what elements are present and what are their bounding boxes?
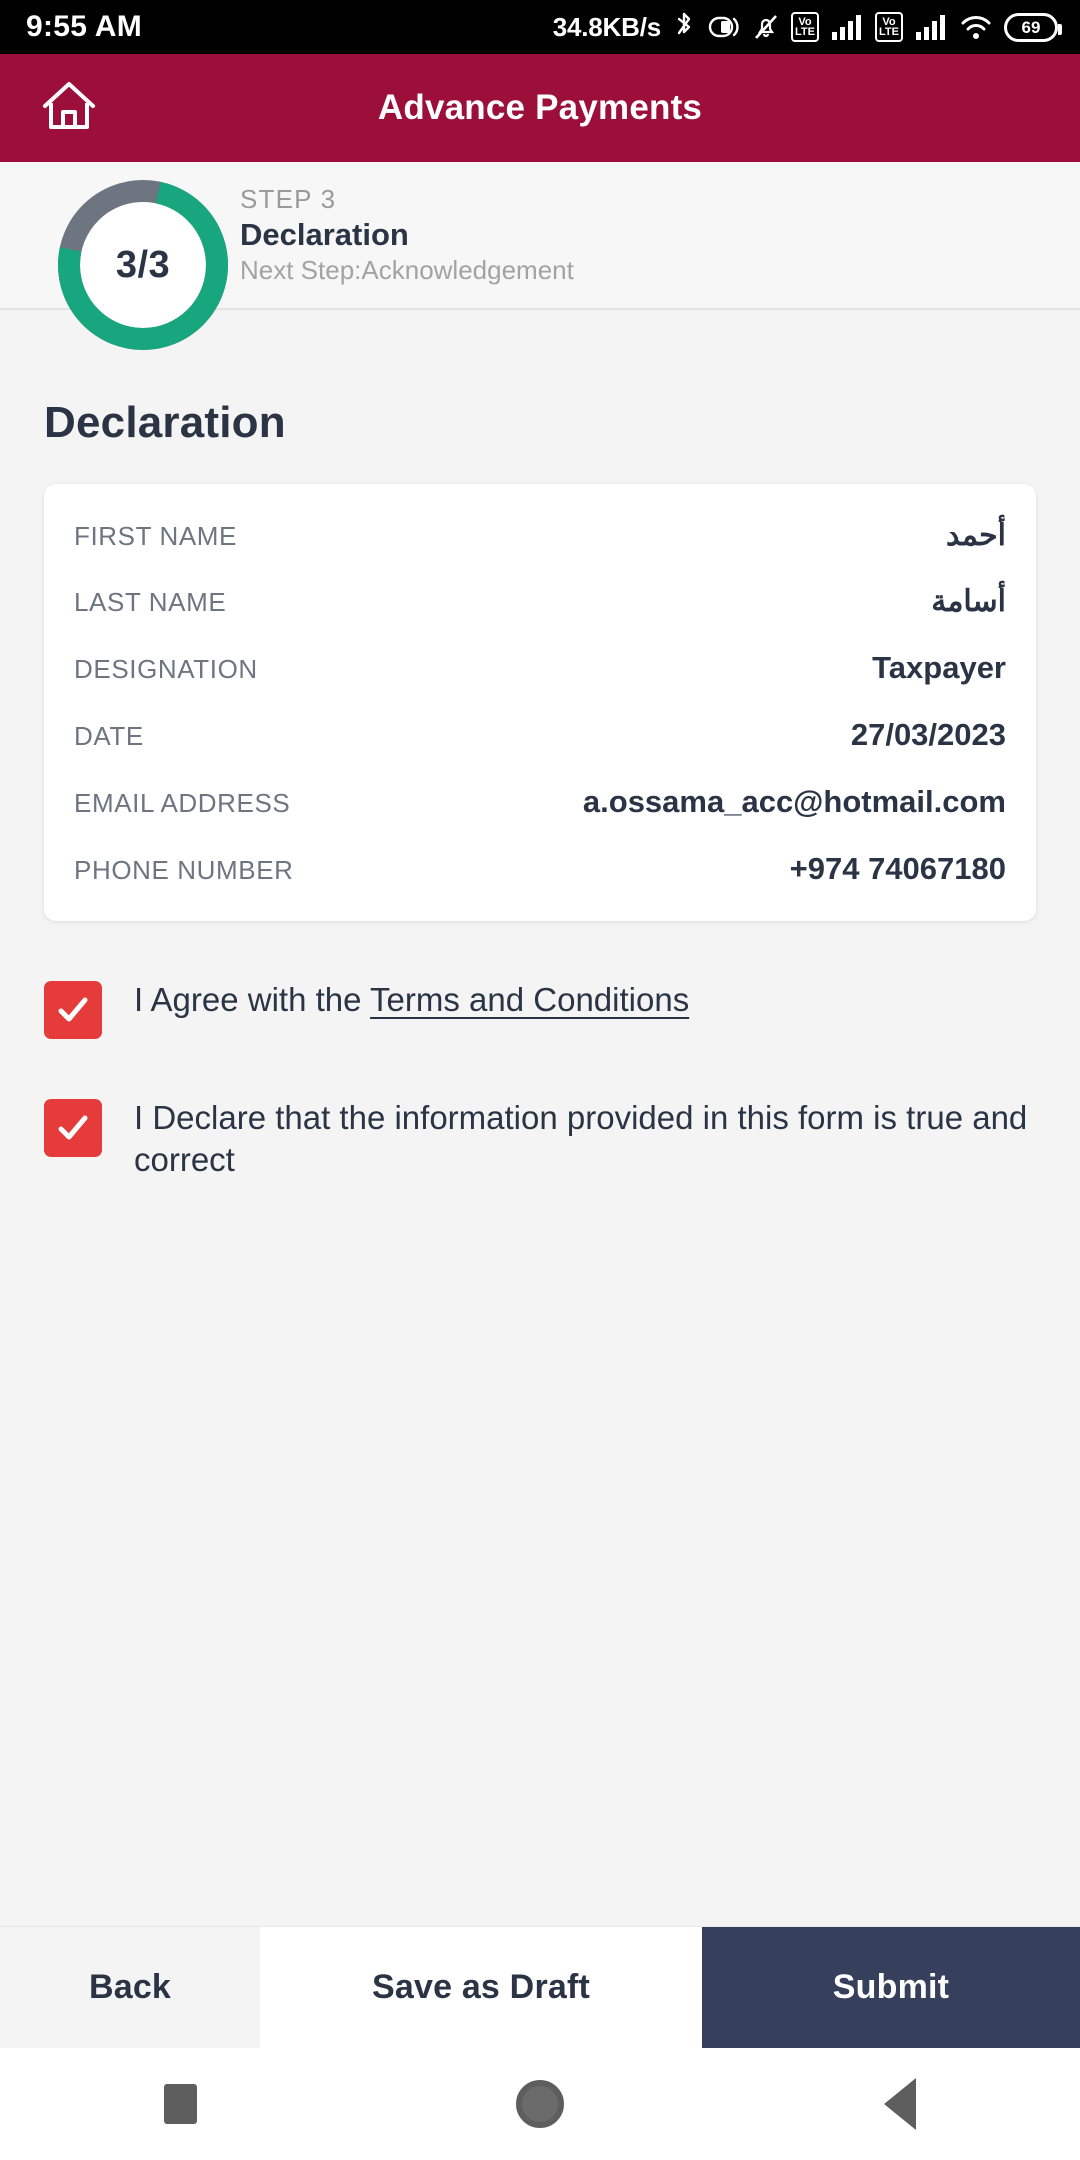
step-counter: 3/3 (115, 243, 171, 286)
volte-icon: Vo LTE (791, 12, 819, 42)
step-title: Declaration (240, 217, 409, 253)
field-row: PHONE NUMBER +974 74067180 (74, 851, 1006, 887)
checkbox-row[interactable]: I Declare that the information provided … (44, 1093, 1036, 1181)
status-icons: 34.8KB/s Vo LTE Vo LTE 69 (552, 11, 1062, 43)
step-progress-strip: 3/3 STEP 3 Declaration Next Step:Acknowl… (0, 162, 1080, 350)
main-content: Declaration FIRST NAME أحمد LAST NAME أسامة… (0, 310, 1080, 1926)
signal-icon (830, 12, 864, 42)
checkbox-input[interactable] (44, 981, 102, 1039)
do-not-disturb-icon (707, 12, 741, 42)
field-value: أحمد (946, 519, 1006, 552)
bluetooth-icon (672, 11, 696, 43)
field-label: DESIGNATION (74, 654, 258, 684)
field-label: EMAIL ADDRESS (74, 788, 291, 818)
step-eyebrow: STEP 3 (240, 184, 337, 215)
volte-icon: Vo LTE (875, 12, 903, 42)
checkbox-label-text: I Agree with the (134, 981, 371, 1018)
checkbox-input[interactable] (44, 1099, 102, 1157)
status-bar: 9:55 AM 34.8KB/s Vo LTE Vo LTE 69 (0, 0, 1080, 54)
checkbox-label: I Agree with the Terms and Conditions (134, 975, 689, 1021)
save-as-draft-button[interactable]: Save as Draft (260, 1927, 702, 2048)
field-label: LAST NAME (74, 587, 227, 617)
signal-icon (914, 12, 948, 42)
progress-ring: 3/3 (52, 174, 234, 356)
phone-screen: 9:55 AM 34.8KB/s Vo LTE Vo LTE 69 Advanc… (0, 0, 1080, 2160)
home-button[interactable] (34, 73, 104, 143)
terms-and-conditions-link[interactable]: Terms and Conditions (370, 981, 689, 1018)
field-row: EMAIL ADDRESS a.ossama_acc@hotmail.com (74, 784, 1006, 820)
field-row: DATE 27/03/2023 (74, 717, 1006, 753)
field-row: LAST NAME أسامة (74, 584, 1006, 619)
field-value: أسامة (931, 585, 1006, 618)
status-clock: 9:55 AM (26, 10, 143, 43)
section-heading: Declaration (44, 398, 286, 447)
battery-icon: 69 (1004, 12, 1062, 42)
wifi-icon (959, 12, 993, 42)
field-value: a.ossama_acc@hotmail.com (582, 784, 1006, 819)
field-value: Taxpayer (872, 650, 1006, 685)
android-nav-bar (0, 2048, 1080, 2160)
triangle-back-icon (884, 2078, 916, 2130)
square-recents-icon (163, 2084, 197, 2124)
field-value: 27/03/2023 (850, 717, 1006, 752)
app-header: Advance Payments (0, 54, 1080, 162)
circle-home-icon (516, 2080, 564, 2128)
step-text-block: STEP 3 Declaration Next Step:Acknowledge… (240, 184, 574, 286)
field-label: PHONE NUMBER (74, 855, 294, 885)
back-button[interactable]: Back (0, 1927, 260, 2048)
mute-icon (752, 12, 780, 42)
network-speed-text: 34.8KB/s (552, 11, 661, 42)
field-value: +974 74067180 (789, 851, 1006, 886)
action-bar: Back Save as Draft Submit (0, 1926, 1080, 2048)
declaration-summary-card: FIRST NAME أحمد LAST NAME أسامة DESIGNATION T… (44, 484, 1036, 921)
field-row: FIRST NAME أحمد (74, 518, 1006, 553)
consent-checkbox-group: I Agree with the Terms and Conditions I D… (44, 975, 1036, 1181)
checkbox-label-text: I Declare that the information provided … (134, 1099, 1028, 1179)
home-icon (41, 79, 97, 138)
field-label: DATE (74, 721, 144, 751)
submit-button[interactable]: Submit (702, 1927, 1080, 2048)
field-row: DESIGNATION Taxpayer (74, 650, 1006, 686)
back-nav-button[interactable] (840, 2048, 960, 2160)
field-label: FIRST NAME (74, 521, 237, 551)
checkbox-label: I Declare that the information provided … (134, 1093, 1036, 1181)
recents-button[interactable] (120, 2048, 240, 2160)
checkbox-row[interactable]: I Agree with the Terms and Conditions (44, 975, 1036, 1039)
battery-level: 69 (1021, 17, 1041, 37)
next-step-label: Next Step:Acknowledgement (240, 254, 574, 285)
home-nav-button[interactable] (480, 2048, 600, 2160)
page-title: Advance Payments (377, 88, 703, 127)
